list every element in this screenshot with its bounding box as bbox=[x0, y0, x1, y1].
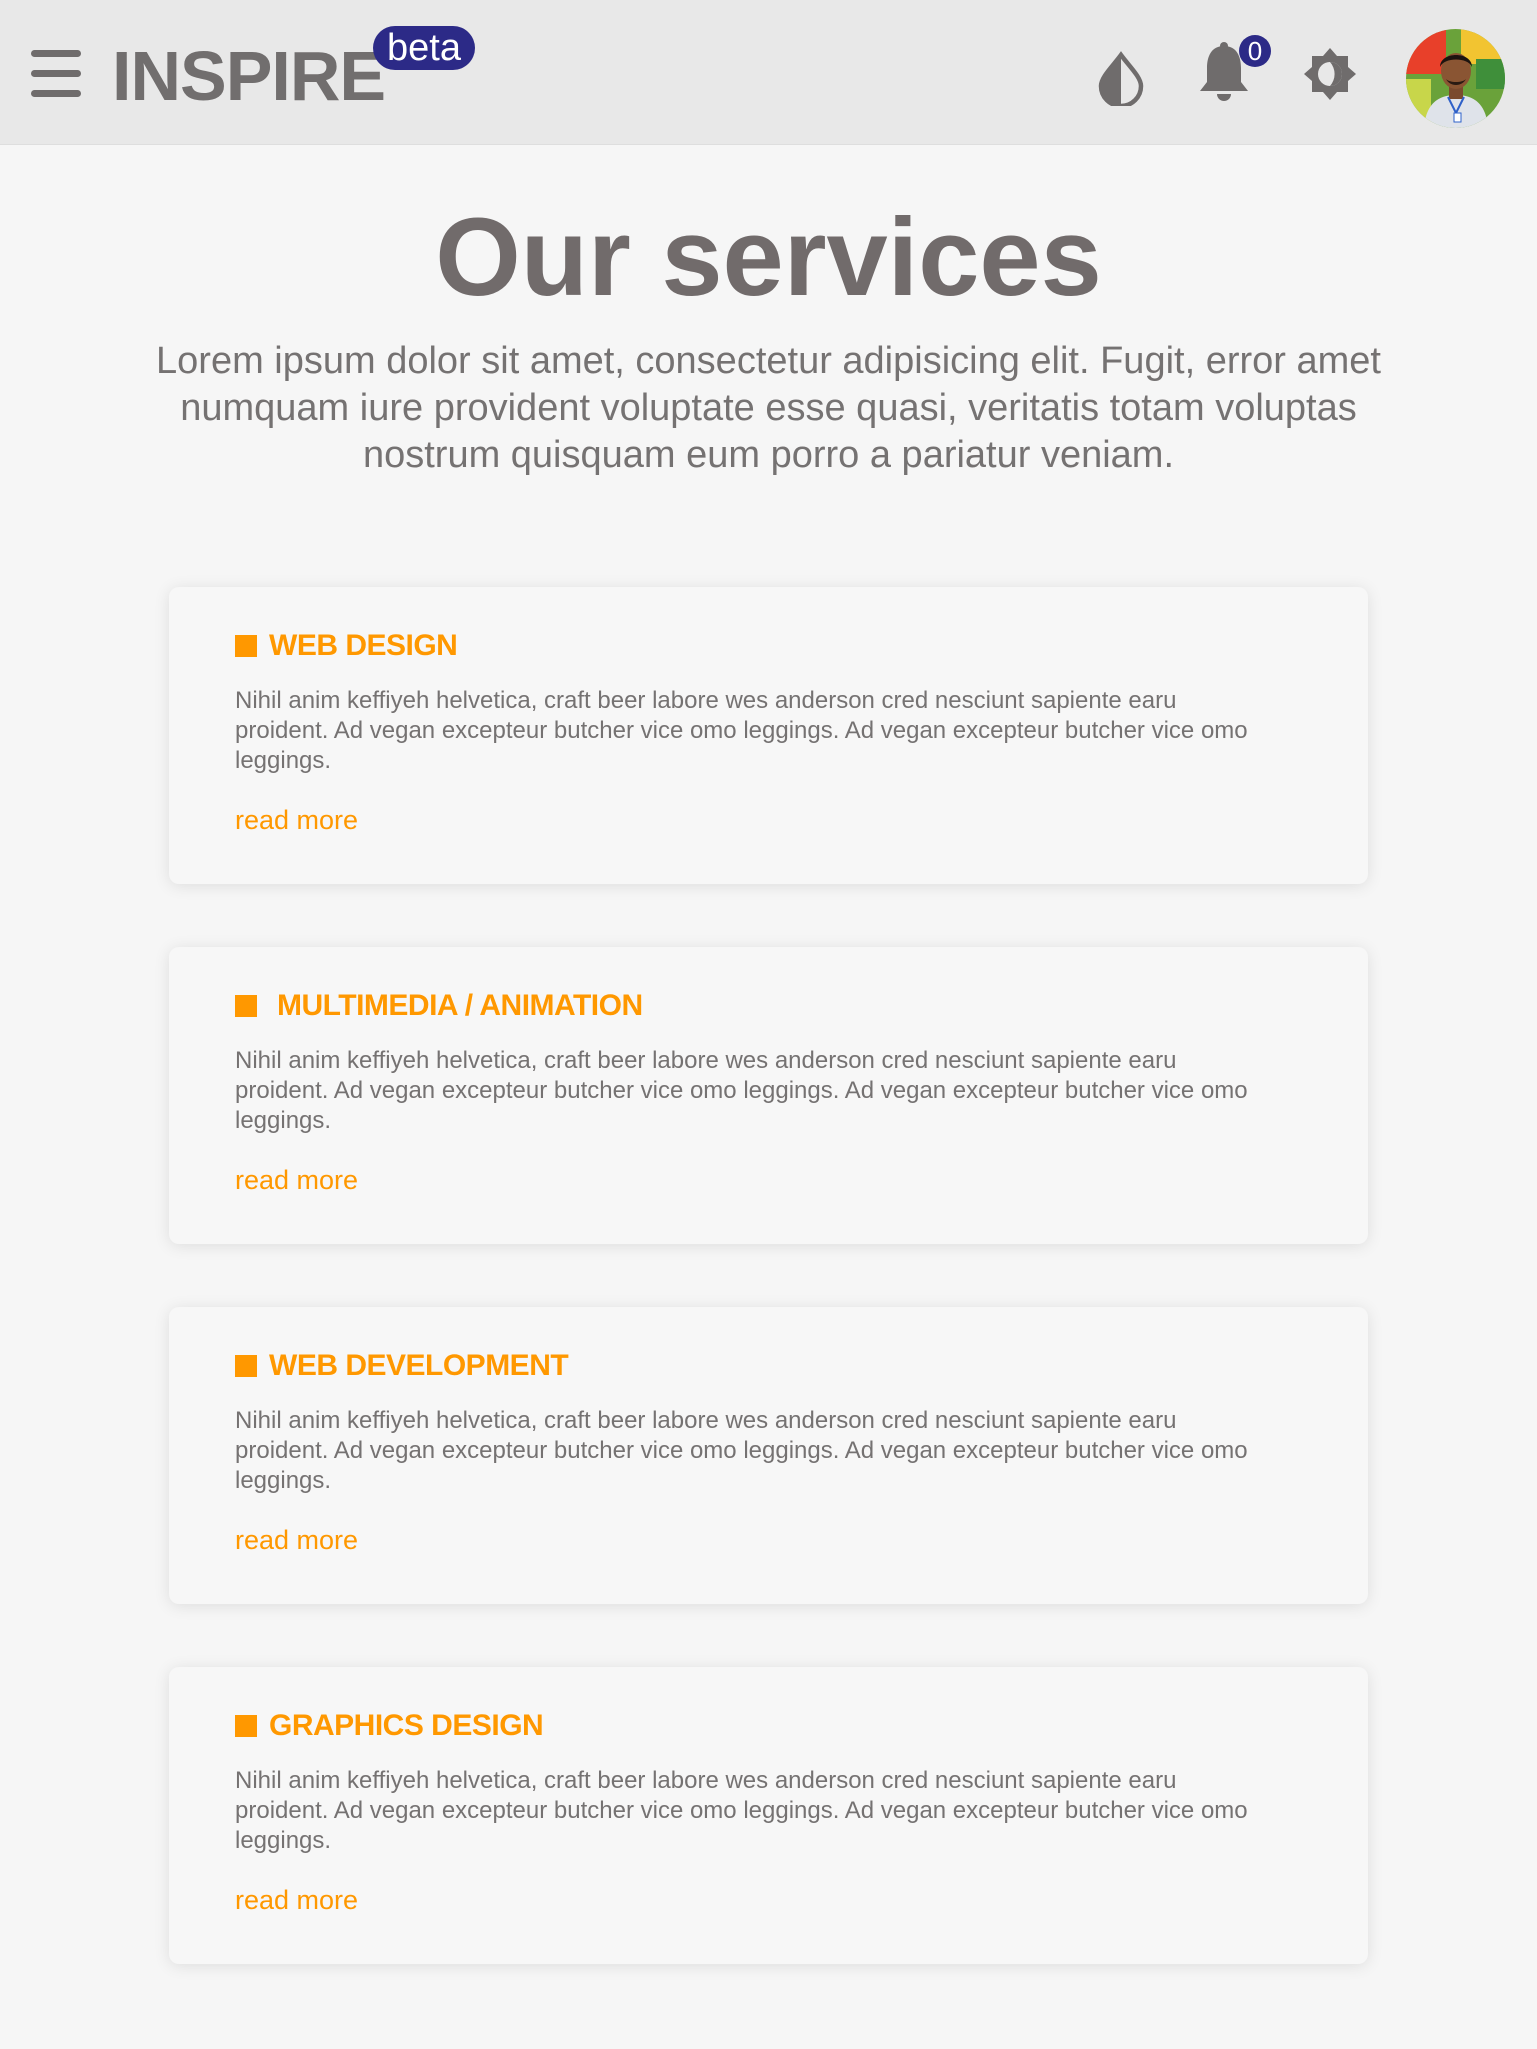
notification-badge: 0 bbox=[1239, 35, 1271, 67]
card-description: Nihil anim keffiyeh helvetica, craft bee… bbox=[235, 1047, 1248, 1134]
card-title: WEB DEVELOPMENT bbox=[235, 1349, 569, 1383]
brand-logo[interactable]: INSPIRE bbox=[112, 36, 386, 116]
service-card-web-design: WEB DESIGN Nihil anim keffiyeh helvetica… bbox=[169, 587, 1368, 884]
square-bullet-icon bbox=[235, 1715, 257, 1737]
card-title: GRAPHICS DESIGN bbox=[235, 1709, 544, 1743]
read-more-link[interactable]: read more bbox=[235, 1885, 358, 1916]
card-description: Nihil anim keffiyeh helvetica, craft bee… bbox=[235, 687, 1248, 774]
square-bullet-icon bbox=[235, 635, 257, 657]
page-title: Our services bbox=[435, 196, 1102, 319]
card-title: WEB DESIGN bbox=[235, 629, 458, 663]
avatar[interactable] bbox=[1406, 29, 1505, 128]
intro-text: Lorem ipsum dolor sit amet, consectetur … bbox=[156, 340, 1381, 476]
read-more-link[interactable]: read more bbox=[235, 805, 358, 836]
card-title-text: WEB DEVELOPMENT bbox=[269, 1349, 569, 1382]
card-description: Nihil anim keffiyeh helvetica, craft bee… bbox=[235, 1767, 1248, 1854]
contrast-icon[interactable] bbox=[1093, 50, 1149, 106]
brightness-icon[interactable] bbox=[1302, 46, 1358, 102]
menu-icon[interactable] bbox=[31, 50, 81, 98]
card-title: MULTIMEDIA / ANIMATION bbox=[235, 989, 643, 1023]
service-card-web-development: WEB DEVELOPMENT Nihil anim keffiyeh helv… bbox=[169, 1307, 1368, 1604]
top-bar: INSPIRE beta 0 bbox=[0, 0, 1537, 145]
card-title-text: MULTIMEDIA / ANIMATION bbox=[277, 989, 643, 1022]
service-card-graphics-design: GRAPHICS DESIGN Nihil anim keffiyeh helv… bbox=[169, 1667, 1368, 1964]
read-more-link[interactable]: read more bbox=[235, 1525, 358, 1556]
card-title-text: GRAPHICS DESIGN bbox=[269, 1709, 544, 1742]
card-title-text: WEB DESIGN bbox=[269, 629, 458, 662]
beta-badge: beta bbox=[373, 26, 475, 70]
square-bullet-icon bbox=[235, 995, 257, 1017]
service-card-multimedia: MULTIMEDIA / ANIMATION Nihil anim keffiy… bbox=[169, 947, 1368, 1244]
square-bullet-icon bbox=[235, 1355, 257, 1377]
read-more-link[interactable]: read more bbox=[235, 1165, 358, 1196]
card-description: Nihil anim keffiyeh helvetica, craft bee… bbox=[235, 1407, 1248, 1494]
